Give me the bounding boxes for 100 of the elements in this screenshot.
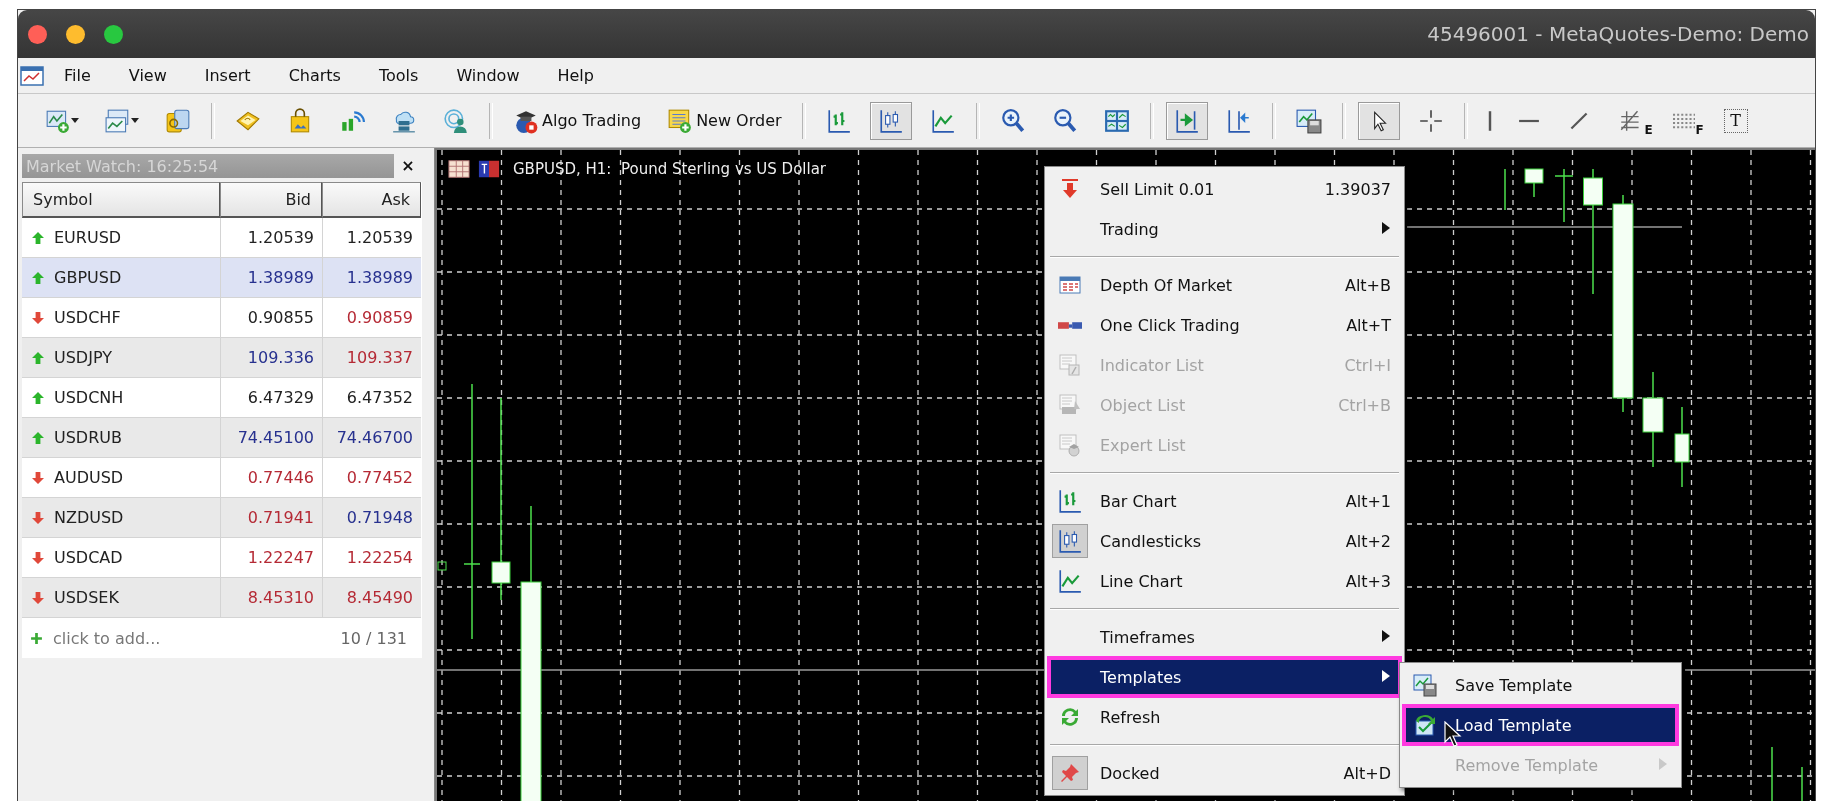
symbol-count: 10 / 131: [340, 628, 407, 648]
menu-item[interactable]: Sell Limit 0.01 1.39037: [1048, 169, 1401, 209]
candlestick: [1524, 168, 1544, 198]
bar-chart-icon: [825, 107, 852, 134]
vertical-line-icon: [1487, 109, 1492, 132]
template-save-icon: [1295, 107, 1322, 134]
menu-item[interactable]: Tools: [370, 63, 427, 88]
crosshair-icon: [1417, 107, 1444, 134]
menu-item[interactable]: Docked Alt+D: [1048, 753, 1401, 793]
column-header[interactable]: Symbol: [22, 182, 220, 218]
menu-item[interactable]: Candlesticks Alt+2: [1048, 521, 1401, 561]
flag-icon: [477, 158, 501, 180]
line-chart-icon: [929, 107, 956, 134]
table-row[interactable]: USDCHF 0.90855 0.90859: [22, 298, 421, 338]
table-row[interactable]: USDCNH 6.47329 6.47352: [22, 378, 421, 418]
add-symbol-link[interactable]: click to add...: [53, 628, 161, 648]
chart-window-icon: [105, 107, 131, 134]
table-row[interactable]: EURUSD 1.20539 1.20539: [22, 218, 421, 258]
line-chart-icon: [1057, 568, 1083, 594]
minimize-button[interactable]: [66, 24, 85, 44]
menu-item[interactable]: Templates: [1048, 657, 1401, 697]
coin-document-icon: [165, 107, 191, 134]
chart-title: GBPUSD, H1: Pound Sterling vs US Dollar: [513, 160, 827, 178]
toolbar-button[interactable]: [1165, 101, 1208, 140]
menu-item[interactable]: Line Chart Alt+3: [1048, 561, 1401, 601]
toolbar-button[interactable]: New Order: [659, 101, 790, 140]
caret-icon: [71, 118, 79, 123]
template-save-icon: [1413, 673, 1437, 697]
menu-item[interactable]: Depth Of Market Alt+B: [1048, 265, 1401, 305]
menu-item[interactable]: Charts: [280, 63, 349, 88]
person-rings-icon: [443, 107, 469, 134]
table-row[interactable]: USDCAD 1.22247 1.22254: [22, 538, 421, 578]
submenu-arrow-icon: [1381, 628, 1391, 643]
close-button[interactable]: [28, 24, 47, 44]
table-cell: USDSEK: [54, 588, 119, 607]
toolbar-button[interactable]: E: [1609, 101, 1655, 140]
menu-item[interactable]: Refresh: [1048, 697, 1401, 737]
caret-icon: [131, 118, 139, 123]
menu-item[interactable]: One Click Trading Alt+T: [1048, 305, 1401, 345]
zoom-button[interactable]: [104, 24, 123, 44]
table-cell: 8.45310: [220, 578, 322, 618]
close-button[interactable]: ×: [394, 154, 422, 178]
toolbar-button[interactable]: Algo Trading: [505, 101, 650, 140]
table-row[interactable]: USDRUB 74.45100 74.46700: [22, 418, 421, 458]
table-cell: GBPUSD: [54, 268, 122, 287]
plus-icon: [30, 631, 43, 645]
toolbar-button[interactable]: [1357, 101, 1400, 140]
menu-item[interactable]: Insert: [196, 63, 259, 88]
table-row[interactable]: GBPUSD 1.38989 1.38989: [22, 258, 421, 298]
split-bar-icon: [1058, 321, 1082, 329]
table-cell: USDCHF: [54, 308, 121, 327]
table-cell: NZDUSD: [54, 508, 124, 527]
menu-item[interactable]: Bar Chart Alt+1: [1048, 481, 1401, 521]
table-row[interactable]: NZDUSD 0.71941 0.71948: [22, 498, 421, 538]
tile-windows-icon: [1103, 107, 1130, 134]
panel-title: Market Watch: 16:25:54: [26, 156, 219, 176]
candlestick: [1771, 746, 1773, 801]
submenu-arrow-icon: [1381, 668, 1391, 683]
candlestick: [1801, 766, 1803, 801]
candlestick: [437, 561, 447, 571]
submenu-arrow-icon: [1381, 220, 1391, 235]
menu-item[interactable]: Timeframes: [1048, 617, 1401, 657]
menu-item[interactable]: View: [120, 63, 175, 88]
table-cell: 8.45490: [322, 578, 421, 618]
text-tool-button[interactable]: T: [1715, 101, 1756, 140]
document-list-icon: [1058, 393, 1082, 417]
candlestick: [1504, 168, 1506, 211]
menu-item[interactable]: Load Template: [1403, 705, 1678, 745]
menu-item[interactable]: Window: [448, 63, 528, 88]
toolbar-button[interactable]: F: [1664, 101, 1706, 140]
document-list-icon: [1058, 353, 1082, 377]
table-cell: AUDUSD: [54, 468, 124, 487]
list-add-icon: [667, 107, 694, 134]
bar-chart-icon: [1057, 488, 1083, 514]
table-cell: USDJPY: [54, 348, 112, 367]
auto-scroll-icon: [1225, 107, 1252, 134]
chart-shift-icon: [1173, 107, 1200, 134]
app-chart-icon: [20, 63, 44, 88]
template-load-icon: [1413, 713, 1437, 737]
dot-grid-icon: [1672, 112, 1695, 129]
table-row[interactable]: USDSEK 8.45310 8.45490: [22, 578, 421, 618]
menu-item[interactable]: Help: [549, 63, 602, 88]
submenu-arrow-icon: [1658, 756, 1668, 771]
toolbar-button[interactable]: [869, 101, 912, 140]
menu-item[interactable]: Trading: [1048, 209, 1401, 249]
zoom-out-icon: [1051, 107, 1078, 134]
table-row[interactable]: USDJPY 109.336 109.337: [22, 338, 421, 378]
table-cell: EURUSD: [54, 228, 122, 247]
zoom-in-icon: [999, 107, 1026, 134]
menu-item[interactable]: Save Template: [1403, 665, 1678, 705]
table-icon: [447, 158, 471, 180]
table-row[interactable]: AUDUSD 0.77446 0.77452: [22, 458, 421, 498]
grid-table-icon: [1058, 273, 1082, 297]
document-list-icon: [1058, 433, 1082, 457]
candlestick: [1554, 168, 1574, 223]
menu-item[interactable]: File: [56, 63, 99, 88]
column-header[interactable]: Ask: [322, 182, 421, 218]
column-header[interactable]: Bid: [220, 182, 322, 218]
candlestick-icon: [877, 107, 904, 134]
window-title: 45496001 - MetaQuotes-Demo: Demo: [1427, 22, 1809, 46]
